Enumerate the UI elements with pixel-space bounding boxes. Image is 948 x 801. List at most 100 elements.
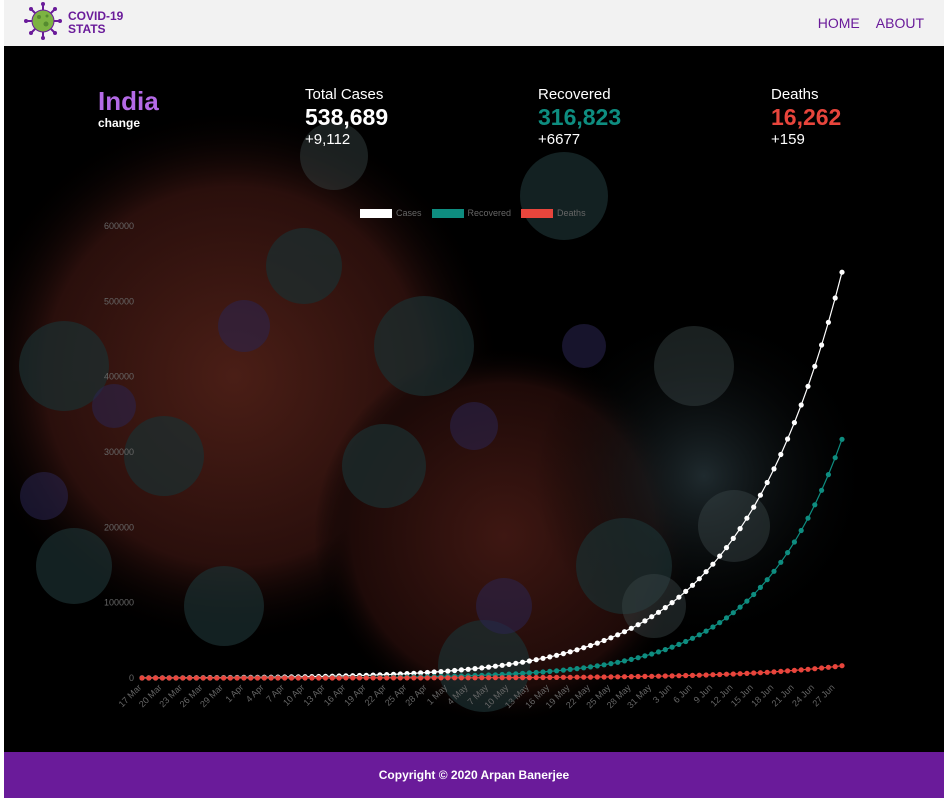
- data-point-cases[interactable]: [805, 383, 811, 389]
- data-point-recovered[interactable]: [751, 591, 757, 598]
- data-point-deaths[interactable]: [628, 674, 634, 680]
- data-point-deaths[interactable]: [261, 675, 267, 681]
- data-point-cases[interactable]: [832, 295, 838, 301]
- data-point-cases[interactable]: [520, 659, 526, 665]
- data-point-deaths[interactable]: [458, 675, 464, 681]
- data-point-deaths[interactable]: [227, 675, 233, 681]
- data-point-deaths[interactable]: [513, 675, 519, 681]
- data-point-deaths[interactable]: [737, 671, 743, 677]
- data-point-cases[interactable]: [683, 588, 689, 595]
- data-point-recovered[interactable]: [615, 659, 621, 665]
- data-point-cases[interactable]: [778, 451, 784, 458]
- data-point-deaths[interactable]: [621, 674, 628, 680]
- data-point-deaths[interactable]: [207, 675, 213, 681]
- data-point-recovered[interactable]: [778, 559, 784, 565]
- data-point-deaths[interactable]: [472, 675, 478, 681]
- data-point-deaths[interactable]: [248, 675, 254, 681]
- data-point-recovered[interactable]: [560, 667, 567, 673]
- data-point-deaths[interactable]: [452, 675, 458, 681]
- data-point-deaths[interactable]: [710, 672, 716, 678]
- data-point-cases[interactable]: [723, 545, 730, 551]
- data-point-deaths[interactable]: [424, 675, 430, 681]
- data-point-recovered[interactable]: [744, 598, 750, 604]
- data-point-deaths[interactable]: [173, 675, 179, 681]
- data-point-cases[interactable]: [526, 658, 533, 664]
- data-point-deaths[interactable]: [608, 674, 614, 680]
- data-point-deaths[interactable]: [282, 675, 288, 681]
- data-point-cases[interactable]: [547, 654, 553, 660]
- data-point-deaths[interactable]: [825, 664, 832, 670]
- data-point-deaths[interactable]: [159, 675, 165, 681]
- data-point-cases[interactable]: [717, 553, 723, 559]
- data-point-deaths[interactable]: [336, 675, 342, 681]
- data-point-deaths[interactable]: [343, 675, 349, 681]
- data-point-deaths[interactable]: [594, 674, 600, 680]
- data-point-recovered[interactable]: [723, 615, 730, 621]
- data-point-deaths[interactable]: [601, 674, 607, 680]
- data-point-cases[interactable]: [472, 666, 478, 672]
- data-point-recovered[interactable]: [669, 644, 675, 650]
- data-point-deaths[interactable]: [819, 665, 825, 671]
- data-point-deaths[interactable]: [771, 669, 777, 675]
- data-point-recovered[interactable]: [635, 655, 641, 661]
- data-point-recovered[interactable]: [791, 539, 798, 545]
- data-point-recovered[interactable]: [819, 487, 825, 493]
- data-point-deaths[interactable]: [146, 675, 152, 681]
- data-point-deaths[interactable]: [221, 675, 227, 681]
- data-point-deaths[interactable]: [268, 675, 274, 681]
- data-point-deaths[interactable]: [560, 674, 567, 680]
- data-point-cases[interactable]: [486, 664, 492, 670]
- data-point-deaths[interactable]: [438, 675, 444, 681]
- data-point-deaths[interactable]: [526, 675, 533, 681]
- data-point-recovered[interactable]: [839, 436, 845, 442]
- data-point-deaths[interactable]: [751, 670, 757, 676]
- data-point-deaths[interactable]: [764, 669, 770, 675]
- data-point-cases[interactable]: [479, 665, 485, 671]
- data-point-deaths[interactable]: [214, 675, 220, 681]
- data-point-deaths[interactable]: [193, 675, 199, 681]
- data-point-cases[interactable]: [635, 622, 641, 628]
- data-point-cases[interactable]: [696, 576, 702, 582]
- data-point-deaths[interactable]: [662, 673, 668, 679]
- data-point-cases[interactable]: [594, 640, 600, 646]
- data-point-recovered[interactable]: [655, 649, 662, 655]
- data-point-cases[interactable]: [574, 647, 580, 653]
- data-point-recovered[interactable]: [696, 632, 702, 638]
- data-point-deaths[interactable]: [506, 675, 512, 681]
- data-point-deaths[interactable]: [295, 675, 301, 681]
- data-point-cases[interactable]: [465, 666, 471, 672]
- data-point-recovered[interactable]: [662, 647, 668, 653]
- data-point-cases[interactable]: [839, 269, 845, 275]
- data-point-deaths[interactable]: [703, 672, 709, 678]
- data-point-deaths[interactable]: [486, 675, 492, 681]
- data-point-recovered[interactable]: [581, 665, 587, 671]
- data-point-deaths[interactable]: [649, 673, 655, 679]
- data-point-recovered[interactable]: [533, 669, 539, 676]
- data-point-deaths[interactable]: [757, 670, 764, 676]
- data-point-recovered[interactable]: [785, 550, 791, 556]
- data-point-cases[interactable]: [649, 614, 655, 620]
- data-point-deaths[interactable]: [302, 675, 308, 681]
- data-point-deaths[interactable]: [805, 666, 811, 672]
- data-point-deaths[interactable]: [520, 675, 526, 681]
- nav-home-link[interactable]: HOME: [818, 15, 860, 31]
- data-point-deaths[interactable]: [180, 675, 186, 681]
- data-point-cases[interactable]: [798, 402, 804, 408]
- data-point-deaths[interactable]: [363, 675, 369, 681]
- data-point-cases[interactable]: [751, 504, 757, 510]
- data-point-cases[interactable]: [710, 561, 716, 567]
- data-point-deaths[interactable]: [377, 675, 383, 681]
- data-point-deaths[interactable]: [309, 675, 315, 681]
- brand-logo-link[interactable]: COVID-19 STATS: [24, 1, 123, 45]
- data-point-deaths[interactable]: [234, 675, 240, 681]
- data-point-recovered[interactable]: [832, 455, 838, 461]
- data-point-deaths[interactable]: [445, 675, 451, 681]
- data-point-deaths[interactable]: [642, 673, 648, 680]
- data-point-deaths[interactable]: [669, 673, 675, 679]
- data-point-deaths[interactable]: [492, 675, 498, 681]
- data-point-cases[interactable]: [615, 632, 621, 638]
- data-point-recovered[interactable]: [710, 624, 716, 630]
- data-point-deaths[interactable]: [689, 672, 696, 679]
- data-point-cases[interactable]: [669, 600, 675, 606]
- data-point-recovered[interactable]: [771, 568, 777, 574]
